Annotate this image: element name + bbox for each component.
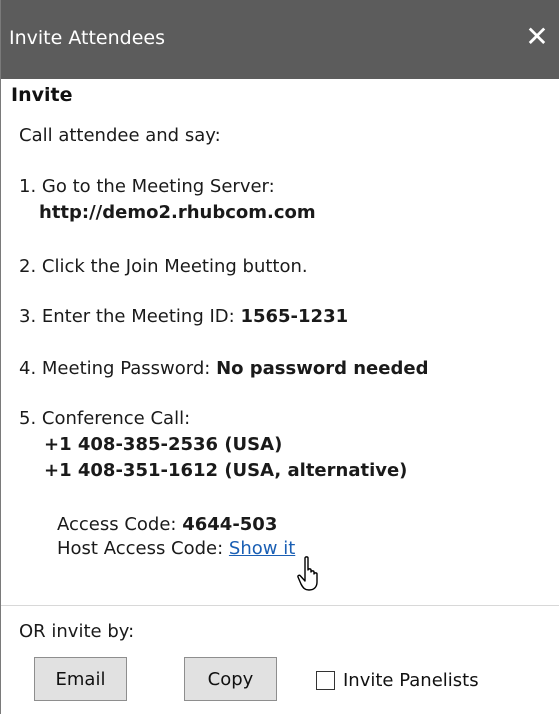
- or-invite-label: OR invite by:: [19, 621, 135, 642]
- step4-row: 4. Meeting Password: No password needed: [19, 357, 428, 381]
- host-access-code-label: Host Access Code:: [57, 538, 229, 559]
- close-icon: ✕: [525, 20, 549, 53]
- invite-panelists-label: Invite Panelists: [343, 670, 479, 691]
- access-code-row: Access Code: 4644-503: [57, 513, 277, 537]
- host-access-code-row: Host Access Code: Show it: [57, 537, 295, 561]
- access-code-value: 4644-503: [182, 514, 278, 535]
- invite-attendees-dialog: Invite Attendees ✕ Invite Call attendee …: [0, 0, 559, 714]
- step3-label: 3. Enter the Meeting ID:: [19, 306, 241, 327]
- step3-row: 3. Enter the Meeting ID: 1565-1231: [19, 305, 348, 329]
- title-bar: Invite Attendees ✕: [1, 0, 559, 79]
- meeting-id: 1565-1231: [240, 306, 349, 327]
- phone-alternative: +1 408-351-1612 (USA, alternative): [44, 460, 408, 481]
- close-button[interactable]: ✕: [514, 14, 559, 60]
- intro-text: Call attendee and say:: [19, 125, 221, 146]
- step4-label: 4. Meeting Password:: [19, 358, 217, 379]
- section-divider: [1, 605, 559, 606]
- email-button[interactable]: Email: [34, 657, 127, 701]
- invite-panelists-option[interactable]: Invite Panelists: [316, 670, 479, 691]
- server-url: http://demo2.rhubcom.com: [39, 202, 316, 223]
- access-code-label: Access Code:: [57, 514, 183, 535]
- invite-panelists-checkbox[interactable]: [316, 671, 335, 690]
- phone-primary: +1 408-385-2536 (USA): [44, 434, 283, 455]
- step5-label: 5. Conference Call:: [19, 408, 191, 429]
- window-title: Invite Attendees: [9, 27, 165, 49]
- step1-label: 1. Go to the Meeting Server:: [19, 176, 275, 197]
- step2-text: 2. Click the Join Meeting button.: [19, 256, 308, 277]
- section-heading: Invite: [11, 84, 73, 106]
- show-host-code-link[interactable]: Show it: [229, 538, 295, 559]
- copy-button[interactable]: Copy: [184, 657, 277, 701]
- meeting-password: No password needed: [216, 358, 429, 379]
- hand-cursor-icon: [297, 556, 318, 591]
